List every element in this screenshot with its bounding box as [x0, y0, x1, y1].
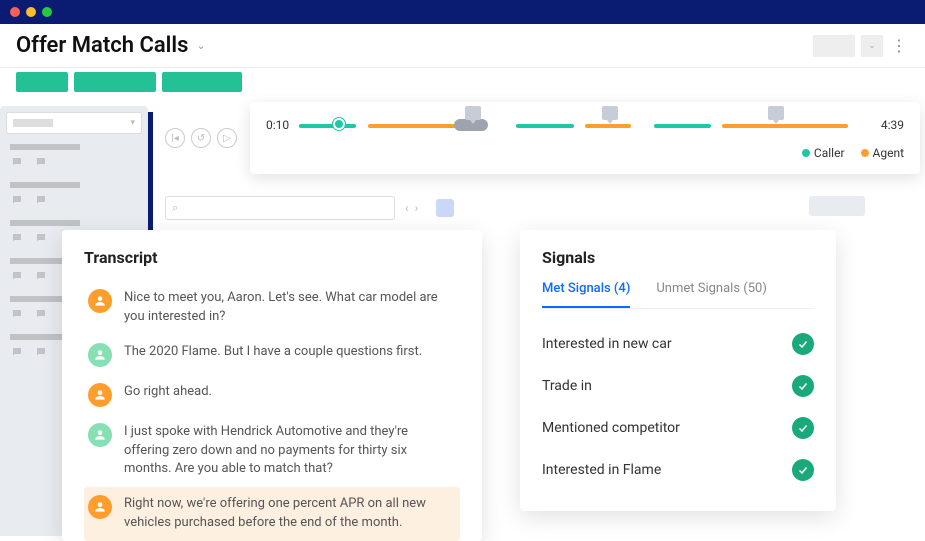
check-icon — [792, 459, 814, 481]
timeline-track[interactable] — [299, 122, 871, 128]
transcript-row[interactable]: Nice to meet you, Aaron. Let's see. What… — [84, 281, 460, 335]
search-input[interactable]: ⌕ — [165, 196, 395, 220]
transcript-row[interactable]: Right now, we're offering one percent AP… — [84, 487, 460, 541]
timeline-legend: Caller Agent — [266, 146, 904, 160]
chat-icon[interactable] — [10, 270, 24, 282]
legend-agent: Agent — [873, 146, 904, 160]
chat-icon[interactable] — [34, 194, 48, 206]
signals-title: Signals — [542, 248, 814, 267]
filter-tab[interactable] — [16, 72, 68, 92]
page-title: Offer Match Calls — [16, 33, 188, 58]
agent-avatar-icon — [88, 289, 112, 313]
title-bar: Offer Match Calls ⌄ ⌄ ⋮ — [0, 24, 925, 68]
more-menu-icon[interactable]: ⋮ — [889, 36, 909, 55]
sidebar-group — [6, 140, 142, 172]
marker-icon[interactable] — [465, 106, 481, 120]
caller-avatar-icon — [88, 343, 112, 367]
time-start: 0:10 — [266, 118, 289, 132]
media-controls: |◂ ↺ ▷ — [165, 128, 237, 148]
signal-row[interactable]: Mentioned competitor — [542, 407, 814, 449]
signals-card: Signals Met Signals (4) Unmet Signals (5… — [520, 230, 836, 511]
signal-label: Interested in new car — [542, 336, 672, 352]
transcript-text: The 2020 Flame. But I have a couple ques… — [124, 343, 422, 367]
transcript-row[interactable]: The 2020 Flame. But I have a couple ques… — [84, 335, 460, 375]
playhead[interactable] — [333, 118, 345, 130]
search-pager: ‹ › — [405, 201, 418, 215]
view-toggle-button[interactable] — [436, 199, 454, 217]
agent-color-swatch — [861, 149, 869, 157]
agent-avatar-icon — [88, 383, 112, 407]
transcript-text: Go right ahead. — [124, 383, 212, 407]
play-button[interactable]: ▷ — [217, 128, 237, 148]
close-icon[interactable] — [10, 7, 20, 17]
search-icon: ⌕ — [172, 201, 178, 215]
transcript-text: I just spoke with Hendrick Automotive an… — [124, 423, 456, 480]
marker-icon[interactable] — [602, 106, 618, 120]
signal-row[interactable]: Interested in new car — [542, 323, 814, 365]
chat-icon[interactable] — [10, 194, 24, 206]
timeline-card: 0:10 4:39 Caller Agent — [250, 102, 920, 174]
transcript-search-row: ⌕ ‹ › — [165, 196, 454, 220]
filter-tab[interactable] — [162, 72, 242, 92]
traffic-lights — [10, 7, 52, 17]
chat-icon[interactable] — [34, 308, 48, 320]
transcript-row[interactable]: Go right ahead. — [84, 375, 460, 415]
check-icon — [792, 417, 814, 439]
chat-icon[interactable] — [34, 232, 48, 244]
time-end: 4:39 — [881, 118, 904, 132]
minimize-icon[interactable] — [26, 7, 36, 17]
transcript-text: Nice to meet you, Aaron. Let's see. What… — [124, 289, 456, 327]
check-icon — [792, 333, 814, 355]
window-header — [0, 0, 925, 24]
chat-icon[interactable] — [34, 156, 48, 168]
filter-tab[interactable] — [74, 72, 156, 92]
transcript-title: Transcript — [84, 248, 460, 267]
signals-tabs: Met Signals (4) Unmet Signals (50) — [542, 281, 814, 309]
marker-icon[interactable] — [768, 106, 784, 120]
agent-avatar-icon — [88, 495, 112, 519]
rewind-button[interactable]: ↺ — [191, 128, 211, 148]
signal-row[interactable]: Interested in Flame — [542, 449, 814, 491]
sidebar-group — [6, 178, 142, 210]
sidebar-group-title — [10, 182, 80, 188]
maximize-icon[interactable] — [42, 7, 52, 17]
chevron-down-icon[interactable]: ⌄ — [196, 39, 205, 52]
tab-unmet-signals[interactable]: Unmet Signals (50) — [656, 281, 767, 308]
chat-icon[interactable] — [10, 156, 24, 168]
check-icon — [792, 375, 814, 397]
prev-match-button[interactable]: ‹ — [405, 201, 409, 215]
chat-icon[interactable] — [10, 346, 24, 358]
caller-color-swatch — [802, 149, 810, 157]
panel-placeholder — [809, 196, 865, 216]
toolbar-dropdown[interactable]: ⌄ — [861, 35, 883, 57]
tab-met-signals[interactable]: Met Signals (4) — [542, 281, 630, 308]
chat-icon[interactable] — [10, 232, 24, 244]
transcript-text: Right now, we're offering one percent AP… — [124, 495, 456, 533]
sidebar-group-title — [10, 220, 80, 226]
sidebar-dropdown[interactable]: ▾ — [6, 112, 142, 134]
signal-row[interactable]: Trade in — [542, 365, 814, 407]
next-match-button[interactable]: › — [415, 201, 419, 215]
transcript-card: Transcript Nice to meet you, Aaron. Let'… — [62, 230, 482, 541]
toolbar-placeholder — [813, 35, 855, 57]
caller-avatar-icon — [88, 423, 112, 447]
chat-icon[interactable] — [34, 346, 48, 358]
transcript-row[interactable]: I just spoke with Hendrick Automotive an… — [84, 415, 460, 488]
sidebar-group-title — [10, 144, 80, 150]
signal-label: Trade in — [542, 378, 592, 394]
signal-label: Mentioned competitor — [542, 420, 680, 436]
filter-tabs — [0, 68, 925, 96]
chat-icon[interactable] — [10, 308, 24, 320]
skip-back-button[interactable]: |◂ — [165, 128, 185, 148]
chat-icon[interactable] — [34, 270, 48, 282]
legend-caller: Caller — [814, 146, 845, 160]
signal-label: Interested in Flame — [542, 462, 661, 478]
